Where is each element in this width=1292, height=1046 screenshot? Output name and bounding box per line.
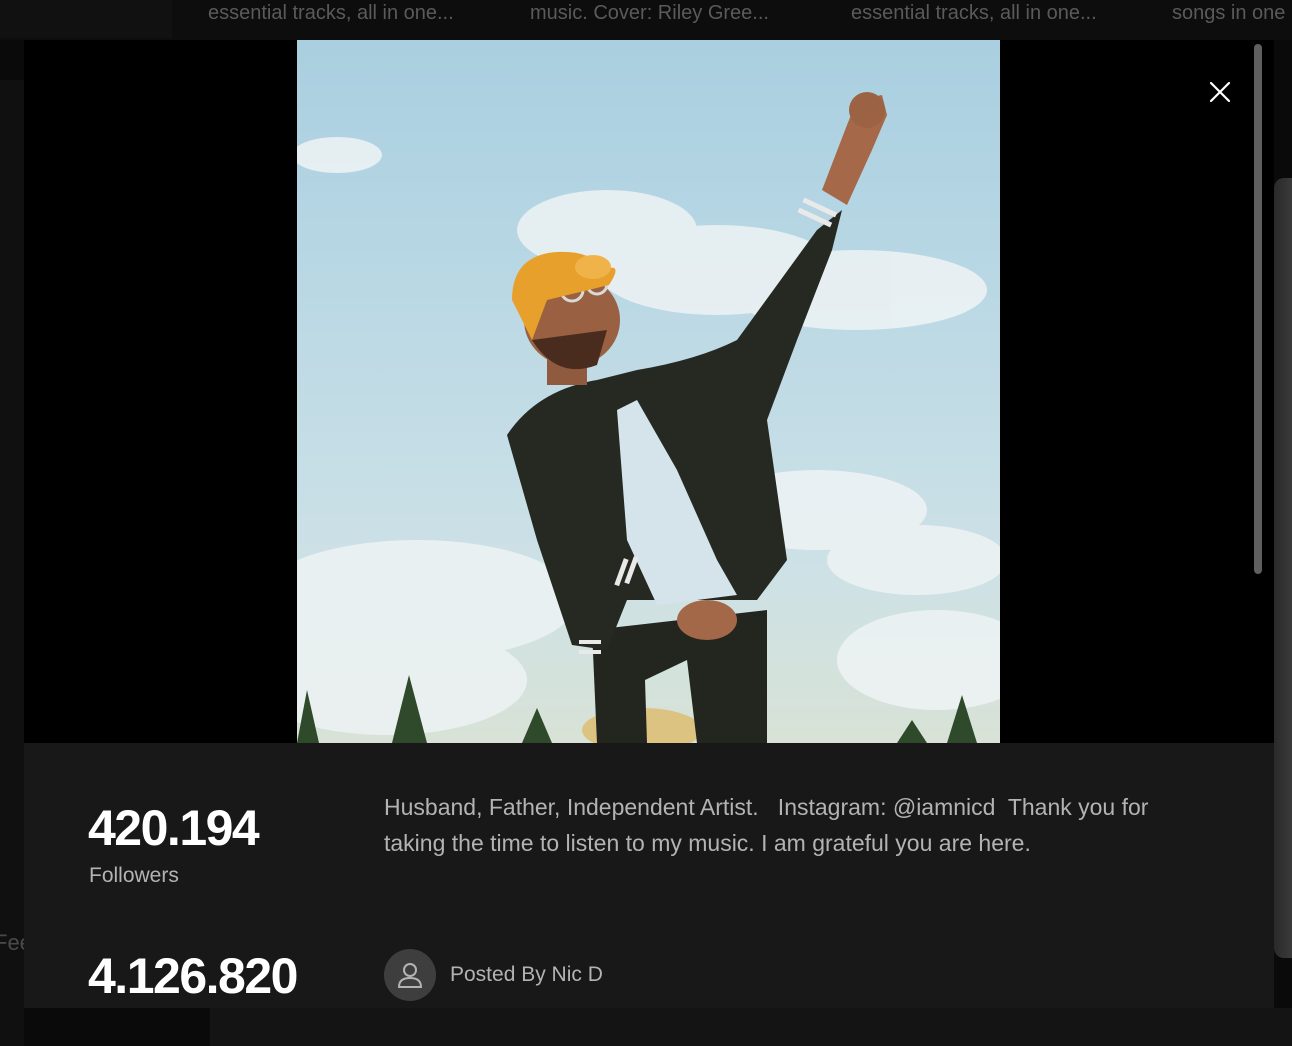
close-icon — [1209, 81, 1231, 103]
artist-about-modal: 420.194 Followers 4.126.820 Husband, Fat… — [24, 40, 1274, 1008]
artist-photo-image — [297, 92, 1000, 743]
followers-count: 420.194 — [88, 800, 260, 856]
background-card-subtitle: essential tracks, all in one... — [851, 2, 1097, 24]
artist-info-panel: 420.194 Followers 4.126.820 Husband, Fat… — [24, 743, 1274, 1008]
background-card-subtitle: essential tracks, all in one... — [208, 2, 454, 24]
artist-bio: Husband, Father, Independent Artist. Ins… — [384, 794, 1155, 856]
close-button[interactable] — [1206, 78, 1234, 106]
poster-avatar[interactable] — [384, 949, 436, 1001]
background-right-panel — [1274, 178, 1292, 958]
app-stage: essential tracks, all in one... music. C… — [0, 0, 1292, 1046]
background-bottom-bar — [210, 1008, 1292, 1046]
background-card-subtitle: music. Cover: Riley Gree... — [530, 2, 769, 24]
monthly-listeners-count: 4.126.820 — [88, 948, 298, 1004]
background-card-subtitle: songs in one — [1172, 2, 1286, 24]
background-sidebar — [0, 80, 24, 1046]
artist-photo — [297, 40, 1000, 743]
modal-scrollbar-thumb[interactable] — [1254, 44, 1262, 574]
background-sidebar-top — [0, 0, 172, 38]
followers-label: Followers — [89, 864, 179, 887]
user-icon — [397, 963, 423, 988]
posted-by-text[interactable]: Posted By Nic D — [450, 963, 603, 987]
background-shelf: essential tracks, all in one... music. C… — [0, 0, 1292, 40]
modal-scrollbar[interactable] — [1252, 44, 1264, 574]
posted-by[interactable]: Posted By Nic D — [384, 949, 603, 1001]
